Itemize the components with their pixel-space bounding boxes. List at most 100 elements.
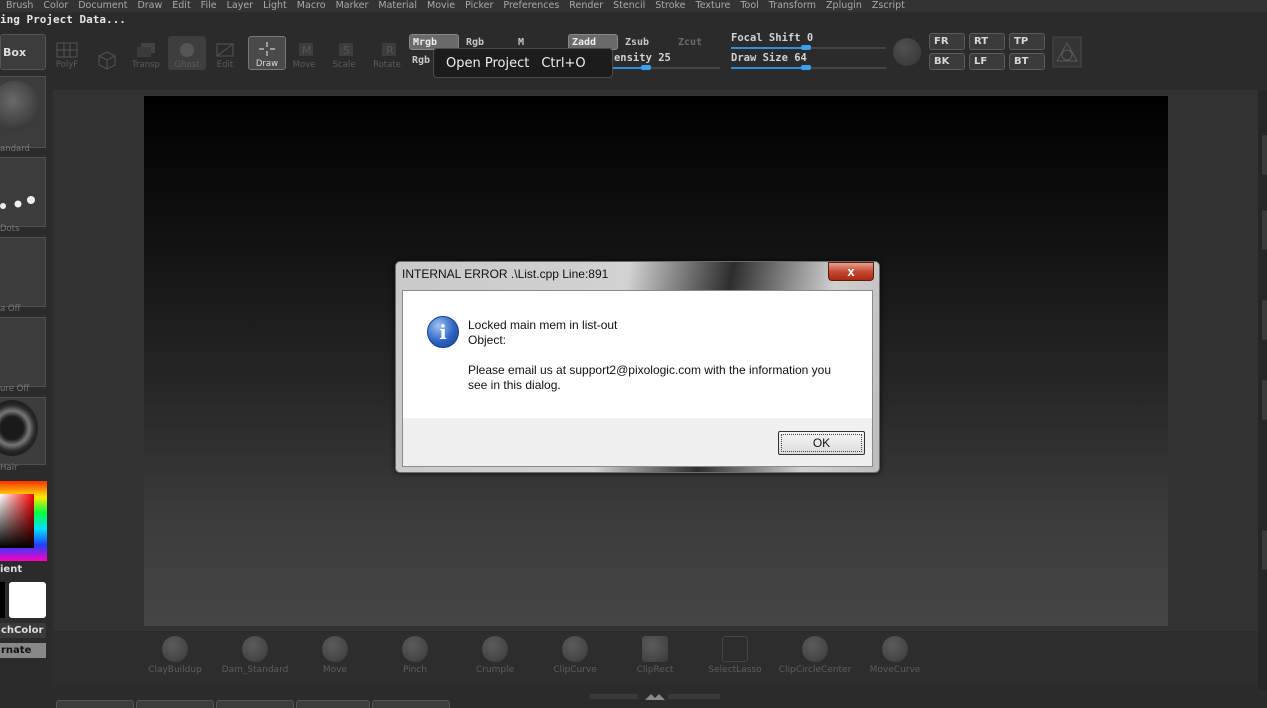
dam-standard-icon — [242, 636, 268, 662]
brush-thumbnail[interactable] — [0, 76, 46, 148]
menu-material[interactable]: Material — [378, 0, 417, 12]
edit-label: Edit — [216, 60, 234, 70]
brush-movecurve[interactable]: MoveCurve — [856, 636, 934, 680]
close-button[interactable]: x — [828, 262, 874, 281]
menu-draw[interactable]: Draw — [137, 0, 162, 12]
menu-marker[interactable]: Marker — [336, 0, 369, 12]
scale-button[interactable]: S Scale — [325, 36, 363, 70]
brush-pinch[interactable]: Pinch — [376, 636, 454, 680]
intensity-value: 25 — [658, 52, 671, 64]
ok-button[interactable]: OK — [778, 431, 865, 455]
menu-light[interactable]: Light — [263, 0, 287, 12]
polyf-button[interactable]: PolyF — [48, 36, 86, 70]
alternate-button[interactable]: rnate — [0, 643, 46, 658]
color-square[interactable] — [0, 494, 34, 548]
transp-button[interactable]: Transp — [127, 36, 165, 70]
ghost-button[interactable]: Ghost — [168, 36, 206, 70]
right-tray-tab[interactable] — [1262, 530, 1267, 570]
menu-edit[interactable]: Edit — [172, 0, 190, 12]
bottom-tab[interactable] — [136, 700, 214, 708]
bottom-tab[interactable] — [56, 700, 134, 708]
menu-layer[interactable]: Layer — [227, 0, 254, 12]
secondary-color-swatch[interactable] — [0, 582, 5, 618]
menu-stencil[interactable]: Stencil — [613, 0, 645, 12]
view-lf-button[interactable]: LF — [969, 53, 1005, 70]
menu-preferences[interactable]: Preferences — [503, 0, 559, 12]
draw-size-slider[interactable]: Draw Size 64 — [731, 52, 886, 70]
dots-stroke-icon — [0, 196, 35, 209]
scale-icon: S — [333, 42, 355, 58]
brush-clipcirclecenter[interactable]: ClipCircleCenter — [776, 636, 854, 680]
menu-color[interactable]: Color — [43, 0, 68, 12]
brush-label: andard — [0, 144, 30, 154]
draw-button[interactable]: Draw — [248, 36, 286, 70]
solo-button[interactable] — [88, 36, 126, 70]
right-tray-tab[interactable] — [1262, 210, 1267, 250]
brush-selectlasso[interactable]: SelectLasso — [696, 636, 774, 680]
view-rt-button[interactable]: RT — [969, 33, 1005, 50]
move-button[interactable]: M Move — [285, 36, 323, 70]
material-label: Hair — [0, 463, 18, 473]
texture-label: ure Off — [0, 384, 30, 394]
polyf-label: PolyF — [55, 60, 79, 70]
brush-crumple[interactable]: Crumple — [456, 636, 534, 680]
menu-document[interactable]: Document — [78, 0, 127, 12]
texture-thumbnail[interactable] — [0, 317, 46, 387]
rotate-icon: R — [376, 42, 398, 58]
pinch-icon — [402, 636, 428, 662]
right-tray-tab[interactable] — [1262, 135, 1267, 175]
material-thumbnail[interactable] — [0, 397, 46, 465]
transp-icon — [135, 42, 157, 58]
alpha-thumbnail[interactable] — [0, 237, 46, 307]
view-fr-button[interactable]: FR — [929, 33, 965, 50]
dynamic-sphere-icon[interactable] — [893, 38, 921, 66]
menu-picker[interactable]: Picker — [465, 0, 493, 12]
svg-text:S: S — [343, 44, 350, 57]
brush-cliprect[interactable]: ClipRect — [616, 636, 694, 680]
menu-transform[interactable]: Transform — [769, 0, 816, 12]
zsub-button[interactable]: Zsub — [622, 34, 662, 50]
menu-zplugin[interactable]: Zplugin — [826, 0, 862, 12]
edit-button[interactable]: Edit — [206, 36, 244, 70]
brush-clipcurve[interactable]: ClipCurve — [536, 636, 614, 680]
menu-texture[interactable]: Texture — [696, 0, 731, 12]
switch-color-button[interactable]: chColor — [0, 623, 46, 638]
view-bt-button[interactable]: BT — [1009, 53, 1045, 70]
local-axis-icon[interactable] — [1051, 35, 1083, 69]
menu-macro[interactable]: Macro — [297, 0, 326, 12]
menu-brush[interactable]: Brush — [6, 0, 33, 12]
menu-zscript[interactable]: Zscript — [872, 0, 905, 12]
grid-icon — [56, 42, 78, 58]
menu-movie[interactable]: Movie — [427, 0, 455, 12]
close-icon: x — [847, 264, 855, 279]
rotate-button[interactable]: R Rotate — [368, 36, 406, 70]
stroke-thumbnail[interactable] — [0, 157, 46, 227]
view-bk-button[interactable]: BK — [929, 53, 965, 70]
focal-shift-slider[interactable]: Focal Shift 0 — [731, 32, 886, 50]
main-color-swatch[interactable] — [9, 582, 46, 618]
draw-size-value: 64 — [794, 52, 807, 64]
right-tray-tab[interactable] — [1262, 300, 1267, 340]
cube-icon — [96, 51, 118, 70]
z-intensity-slider[interactable]: Intensity 25 — [595, 52, 720, 70]
box-button[interactable]: Box — [0, 34, 46, 70]
zcut-button[interactable]: Zcut — [675, 34, 715, 50]
stroke-label: Dots — [0, 224, 20, 234]
brush-move[interactable]: Move — [296, 636, 374, 680]
menu-file[interactable]: File — [201, 0, 217, 12]
right-tray-tab[interactable] — [1262, 380, 1267, 420]
view-tp-button[interactable]: TP — [1009, 33, 1045, 50]
menu-stroke[interactable]: Stroke — [655, 0, 685, 12]
color-picker[interactable] — [0, 481, 47, 561]
shelf-handle[interactable] — [590, 686, 720, 700]
message-line-4: see in this dialog. — [468, 378, 561, 392]
brush-claybuildup[interactable]: ClayBuildup — [136, 636, 214, 680]
menu-tool[interactable]: Tool — [740, 0, 758, 12]
selectlasso-icon — [722, 636, 748, 662]
menu-render[interactable]: Render — [569, 0, 603, 12]
brush-dam-standard[interactable]: Dam_Standard — [216, 636, 294, 680]
bottom-tab[interactable] — [372, 700, 450, 708]
scale-label: Scale — [332, 60, 356, 70]
bottom-tab[interactable] — [296, 700, 370, 708]
bottom-tab[interactable] — [216, 700, 294, 708]
